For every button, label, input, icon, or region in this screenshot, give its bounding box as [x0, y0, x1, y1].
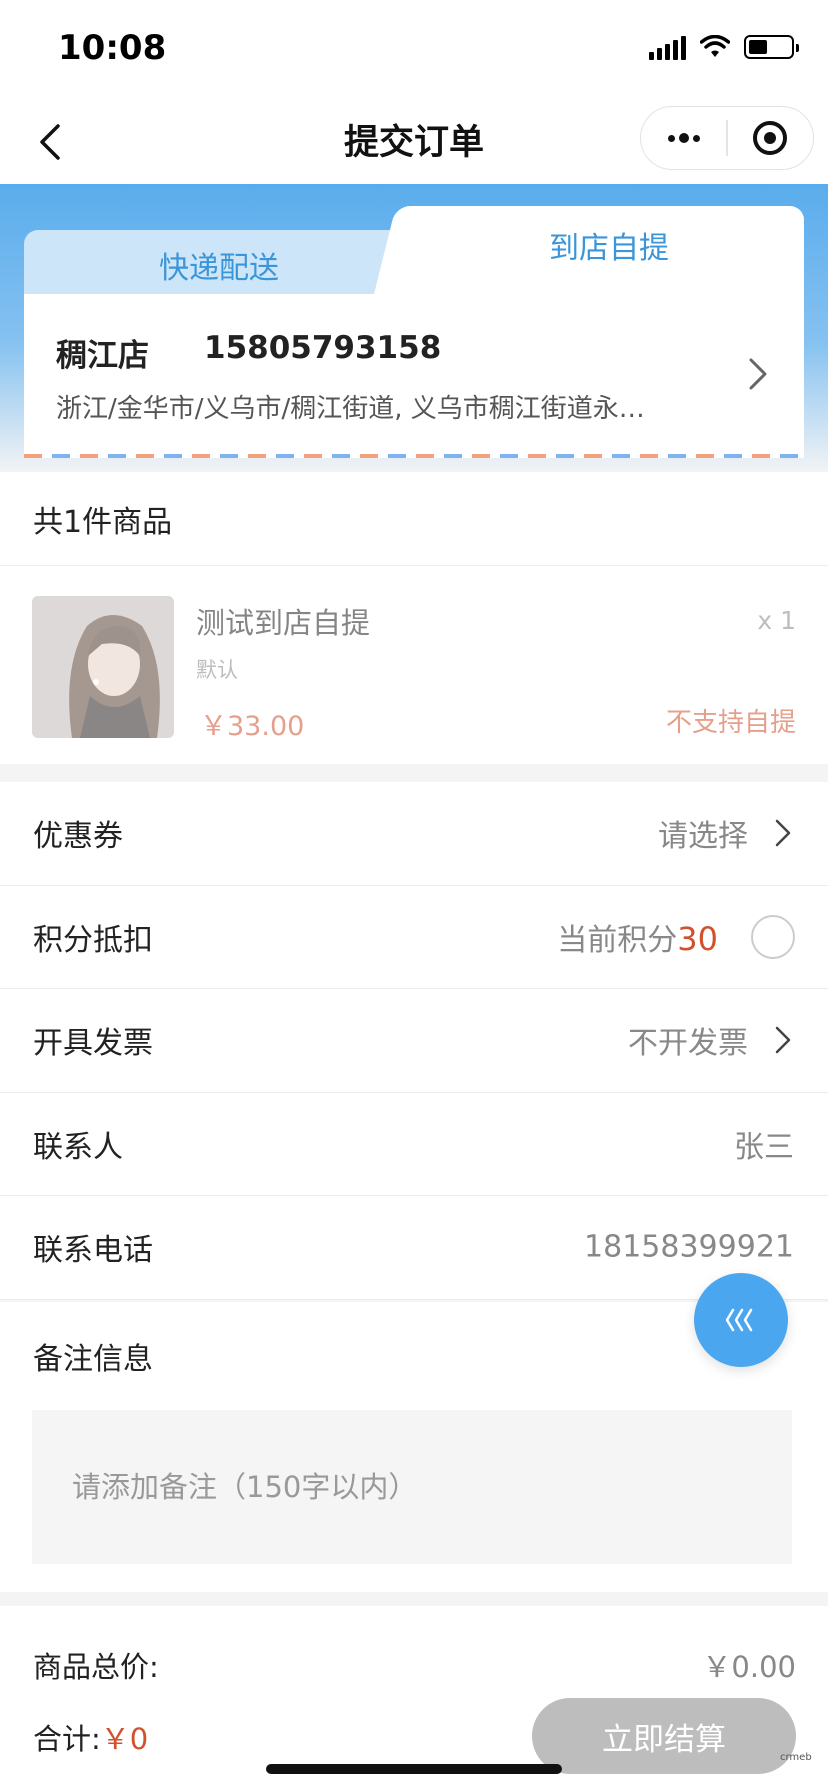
battery-icon	[744, 35, 799, 59]
delivery-tabs: 快递配送 到店自提	[24, 206, 804, 302]
coupon-value: 请选择	[658, 819, 748, 855]
bottom-bar: 合计:￥0 立即结算	[0, 1692, 828, 1792]
close-button[interactable]	[728, 107, 813, 169]
remark-input[interactable]	[32, 1410, 792, 1564]
triple-chevron-left-icon	[725, 1308, 753, 1332]
goods-total-value: ￥0.00	[702, 1650, 796, 1684]
phone-row[interactable]: 联系电话 18158399921	[0, 1196, 828, 1300]
tab-pickup-label: 到店自提	[549, 231, 669, 266]
nav-bar: 提交订单	[0, 96, 828, 184]
airmail-divider	[24, 454, 804, 458]
mini-program-capsule	[640, 106, 814, 170]
invoice-label: 开具发票	[33, 1026, 153, 1062]
store-phone: 15805793158	[204, 330, 442, 366]
chevron-right-icon	[749, 358, 767, 390]
product-section: 共1件商品	[0, 472, 828, 764]
invoice-row[interactable]: 开具发票 不开发票	[0, 989, 828, 1093]
status-time: 10:08	[58, 28, 167, 68]
chevron-right-icon	[775, 820, 791, 847]
chevron-right-icon	[775, 1027, 791, 1054]
contact-label: 联系人	[33, 1129, 123, 1165]
points-checkbox[interactable]	[751, 914, 795, 959]
target-icon	[753, 121, 788, 155]
points-info: 当前积分30	[557, 915, 718, 959]
remark-label: 备注信息	[33, 1342, 153, 1377]
coupon-label: 优惠券	[33, 819, 123, 855]
points-row: 积分抵扣 当前积分30	[0, 886, 828, 989]
contact-value[interactable]: 张三	[734, 1122, 794, 1166]
order-options: 优惠券 请选择 积分抵扣 当前积分30 开具发票 不开发票 联系人 张三 联系电…	[0, 782, 828, 1300]
battery-fill	[749, 40, 767, 54]
contact-row[interactable]: 联系人 张三	[0, 1093, 828, 1196]
store-card[interactable]: 稠江店 15805793158 浙江/金华市/义乌市/稠江街道, 义乌市稠江街道…	[24, 294, 804, 458]
coupon-row[interactable]: 优惠券 请选择	[0, 782, 828, 886]
phone-label: 联系电话	[33, 1233, 153, 1269]
status-icons	[649, 34, 799, 60]
status-bar: 10:08	[0, 0, 828, 96]
wifi-icon	[700, 35, 730, 57]
checkout-button[interactable]: 立即结算	[532, 1698, 796, 1774]
phone-value[interactable]: 18158399921	[584, 1230, 794, 1265]
points-prefix: 当前积分	[557, 922, 678, 958]
invoice-value: 不开发票	[628, 1026, 748, 1062]
points-label: 积分抵扣	[33, 922, 153, 958]
points-amount: 30	[677, 919, 718, 958]
goods-total-label: 商品总价:	[33, 1650, 159, 1684]
signal-icon	[649, 34, 686, 60]
more-button[interactable]	[641, 107, 726, 169]
store-name: 稠江店	[56, 338, 149, 374]
sum-value: ￥0	[100, 1722, 149, 1756]
tab-express-label: 快递配送	[159, 251, 279, 286]
sum-label: 合计:	[33, 1722, 101, 1756]
product-count: 共1件商品	[0, 472, 828, 566]
tab-pickup[interactable]: 到店自提	[414, 206, 804, 302]
home-indicator	[266, 1764, 562, 1774]
more-dots-icon	[667, 133, 700, 143]
floating-back-button[interactable]	[694, 1273, 788, 1367]
sum-info: 合计:￥0	[33, 1716, 148, 1758]
store-address: 浙江/金华市/义乌市/稠江街道, 义乌市稠江街道永…	[56, 394, 645, 424]
watermark: crmeb	[780, 1752, 812, 1763]
tab-express[interactable]: 快递配送	[24, 230, 434, 300]
